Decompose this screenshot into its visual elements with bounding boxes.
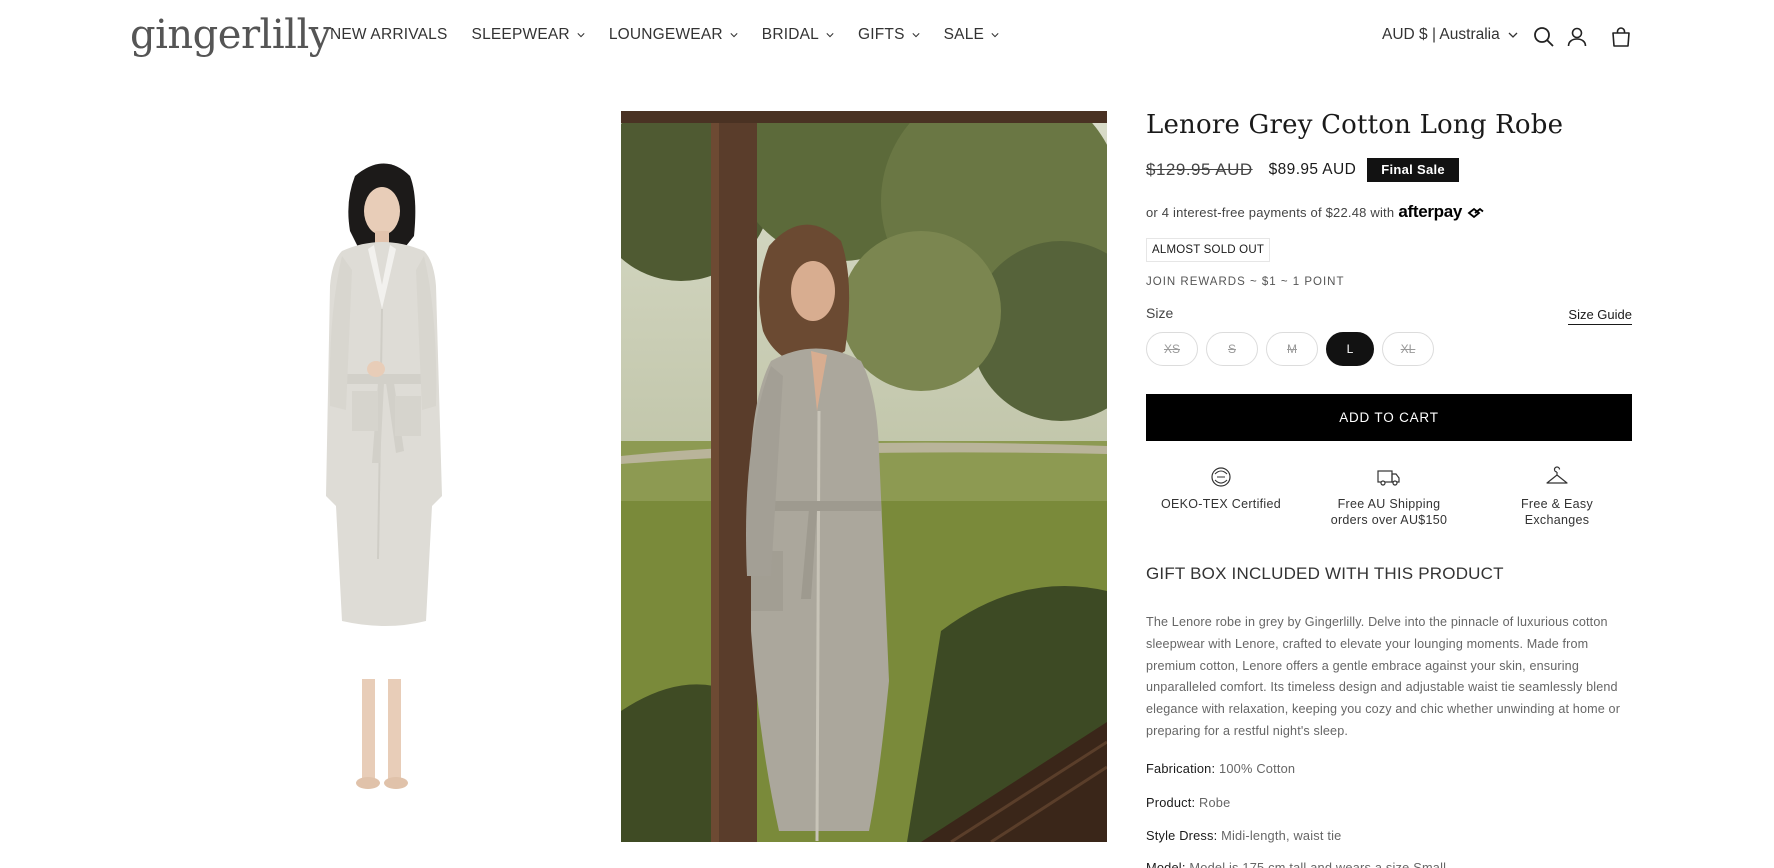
- product-info: Lenore Grey Cotton Long Robe $129.95 AUD…: [1146, 110, 1632, 868]
- spec-key: Style Dress:: [1146, 828, 1218, 843]
- spec-model: Model: Model is 175 cm tall and wears a …: [1146, 860, 1446, 868]
- feature-line: Free & Easy: [1520, 497, 1594, 511]
- chevron-down-icon: [1508, 32, 1518, 38]
- spec-key: Product:: [1146, 795, 1196, 810]
- nav-label: NEW ARRIVALS: [330, 26, 448, 43]
- studio-model-image: [130, 111, 616, 842]
- spec-product: Product: Robe: [1146, 795, 1230, 810]
- spec-value: Robe: [1199, 795, 1231, 810]
- search-icon[interactable]: [1532, 25, 1556, 49]
- product-image-studio[interactable]: [130, 111, 616, 842]
- lifestyle-model-image: [621, 111, 1107, 842]
- chevron-down-icon: [826, 33, 834, 38]
- account-icon[interactable]: [1565, 25, 1589, 49]
- product-image-lifestyle[interactable]: [621, 111, 1107, 842]
- spec-value: Model is 175 cm tall and wears a size Sm…: [1189, 860, 1447, 868]
- cart-icon[interactable]: [1609, 25, 1633, 49]
- spec-fabrication: Fabrication: 100% Cotton: [1146, 761, 1295, 776]
- afterpay-arrows-icon: [1467, 207, 1484, 218]
- chevron-down-icon: [991, 33, 999, 38]
- nav-label: SLEEPWEAR: [471, 26, 570, 43]
- price-original: $129.95 AUD: [1146, 160, 1253, 179]
- product-title: Lenore Grey Cotton Long Robe: [1146, 110, 1564, 140]
- size-option-l[interactable]: L: [1326, 332, 1374, 366]
- nav-label: GIFTS: [857, 26, 905, 43]
- nav-gifts[interactable]: GIFTS: [858, 26, 920, 44]
- size-option-xl[interactable]: XL: [1382, 332, 1434, 366]
- nav-sale[interactable]: SALE: [944, 26, 999, 44]
- size-option-s[interactable]: S: [1206, 332, 1258, 366]
- price-row: $129.95 AUD $89.95 AUD Final Sale: [1146, 158, 1459, 182]
- size-guide-link[interactable]: Size Guide: [1568, 307, 1632, 325]
- stock-status-badge: ALMOST SOLD OUT: [1146, 238, 1271, 262]
- chevron-down-icon: [730, 33, 738, 38]
- afterpay-text: or 4 interest-free payments of $22.48 wi…: [1146, 204, 1395, 220]
- feature-line: Exchanges: [1524, 513, 1590, 527]
- price-sale: $89.95 AUD: [1268, 161, 1357, 178]
- nav-label: BRIDAL: [761, 26, 819, 43]
- site-header: gingerlilly NEW ARRIVALS SLEEPWEAR LOUNG…: [0, 0, 1774, 74]
- spec-key: Fabrication:: [1146, 761, 1216, 776]
- feature-list: OEKO-TEX Certified Free AU Shipping orde…: [1146, 466, 1632, 528]
- afterpay-logo[interactable]: afterpay: [1398, 202, 1484, 222]
- rewards-link[interactable]: JOIN REWARDS ~ $1 ~ 1 POINT: [1146, 276, 1344, 288]
- chevron-down-icon: [912, 33, 920, 38]
- size-options: XS S M L XL: [1146, 332, 1442, 366]
- nav-bridal[interactable]: BRIDAL: [762, 26, 834, 44]
- feature-oeko-tex: OEKO-TEX Certified: [1146, 466, 1296, 528]
- gift-box-notice: GIFT BOX INCLUDED WITH THIS PRODUCT: [1146, 564, 1504, 583]
- currency-label: AUD $ | Australia: [1382, 26, 1500, 43]
- truck-icon: [1377, 470, 1400, 486]
- size-option-m[interactable]: M: [1266, 332, 1318, 366]
- final-sale-badge: Final Sale: [1367, 158, 1459, 182]
- nav-label: SALE: [943, 26, 985, 43]
- main-nav: NEW ARRIVALS SLEEPWEAR LOUNGEWEAR BRIDAL…: [330, 26, 1023, 44]
- feature-line: orders over AU$150: [1330, 513, 1448, 527]
- feature-exchanges: Free & Easy Exchanges: [1482, 466, 1632, 528]
- currency-selector[interactable]: AUD $ | Australia: [1382, 26, 1518, 44]
- nav-new-arrivals[interactable]: NEW ARRIVALS: [330, 26, 448, 44]
- feature-shipping: Free AU Shipping orders over AU$150: [1314, 466, 1464, 528]
- nav-loungewear[interactable]: LOUNGEWEAR: [609, 26, 738, 44]
- feature-line: OEKO-TEX Certified: [1160, 497, 1281, 511]
- product-description: The Lenore robe in grey by Gingerlilly. …: [1146, 615, 1621, 738]
- brand-logo[interactable]: gingerlilly: [130, 12, 331, 58]
- afterpay-logo-text: afterpay: [1398, 202, 1463, 221]
- chevron-down-icon: [577, 33, 585, 38]
- afterpay-message: or 4 interest-free payments of $22.48 wi…: [1146, 202, 1485, 222]
- spec-value: Midi-length, waist tie: [1221, 828, 1342, 843]
- size-option-xs[interactable]: XS: [1146, 332, 1198, 366]
- oeko-tex-icon: [1211, 467, 1231, 487]
- spec-style: Style Dress: Midi-length, waist tie: [1146, 828, 1341, 843]
- size-label: Size: [1146, 305, 1174, 321]
- spec-value: 100% Cotton: [1219, 761, 1296, 776]
- nav-label: LOUNGEWEAR: [608, 26, 723, 43]
- feature-line: Free AU Shipping: [1337, 497, 1441, 511]
- nav-sleepwear[interactable]: SLEEPWEAR: [472, 26, 585, 44]
- spec-key: Model:: [1146, 860, 1186, 868]
- add-to-cart-button[interactable]: ADD TO CART: [1146, 394, 1632, 441]
- hanger-icon: [1546, 466, 1568, 484]
